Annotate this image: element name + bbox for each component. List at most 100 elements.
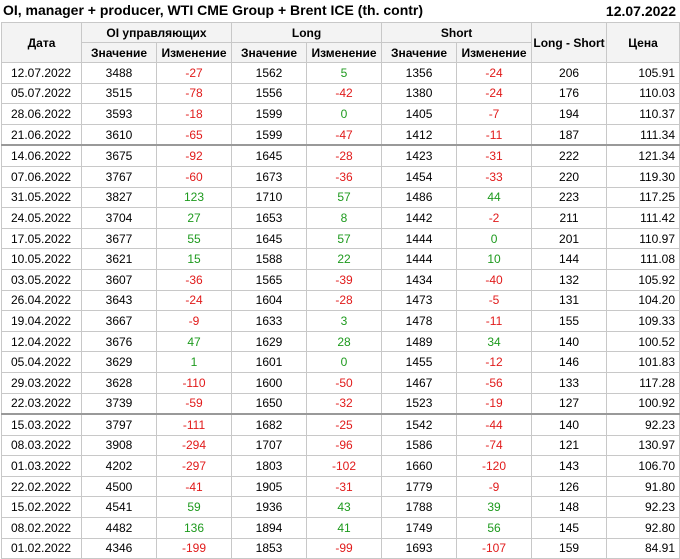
long-change-cell: -32 [306,392,383,415]
long-short-cell: 140 [531,413,608,436]
long-value-cell: 1673 [231,165,308,188]
short-change-cell: 0 [456,227,533,250]
oi-change-cell: -24 [155,289,233,312]
oi-value-cell: 3610 [81,123,157,146]
oi-value-cell: 4346 [81,537,157,559]
oi-change-cell: -111 [155,413,233,436]
table-row: 19.04.2022 3667 -9 1633 3 1478 -11 155 109.33 [1,310,680,332]
long-short-cell: 131 [531,289,608,312]
long-value-cell: 1710 [231,186,308,209]
short-change-cell: -120 [456,455,533,477]
table-row: 05.07.2022 3515 -78 1556 -42 1380 -24 176 110.03 [1,82,680,105]
long-short-cell: 127 [531,392,608,415]
long-short-cell: 146 [531,351,608,373]
long-change-cell: 28 [306,330,383,353]
short-change-cell: 44 [456,186,533,209]
short-value-cell: 1405 [381,103,458,125]
price-cell: 100.92 [606,392,680,415]
oi-change-cell: -59 [155,392,233,415]
oi-table: Дата OI управляющих Long Short Long - Sh… [1,22,680,559]
date-cell: 17.05.2022 [1,227,82,250]
long-short-cell: 140 [531,330,608,353]
long-value-cell: 1650 [231,392,308,415]
short-change-cell: 39 [456,496,533,519]
col-date-header: Дата [1,22,82,63]
long-change-cell: 43 [306,496,383,519]
oi-value-cell: 3515 [81,82,157,105]
date-cell: 05.07.2022 [1,82,82,105]
short-change-cell: -11 [456,123,533,146]
short-value-cell: 1444 [381,227,458,250]
date-cell: 15.03.2022 [1,413,82,436]
oi-value-cell: 4541 [81,496,157,519]
long-value-cell: 1629 [231,330,308,353]
table-row: 15.03.2022 3797 -111 1682 -25 1542 -44 140 92.23 [1,413,680,436]
oi-change-cell: 15 [155,248,233,270]
date-cell: 03.05.2022 [1,268,82,291]
col-price-header: Цена [606,22,680,63]
oi-value-cell: 4482 [81,517,157,539]
oi-value-cell: 3676 [81,330,157,353]
col-short-group-header: Short [381,22,533,43]
long-short-cell: 176 [531,82,608,105]
long-change-cell: -102 [306,455,383,477]
long-value-cell: 1599 [231,123,308,146]
price-cell: 110.37 [606,103,680,125]
short-value-cell: 1473 [381,289,458,312]
oi-change-cell: -297 [155,455,233,477]
short-value-cell: 1423 [381,144,458,167]
table-row: 07.06.2022 3767 -60 1673 -36 1454 -33 220 119.30 [1,165,680,188]
table-row: 01.03.2022 4202 -297 1803 -102 1660 -120 143 106… [1,455,680,477]
short-value-cell: 1660 [381,455,458,477]
oi-change-cell: -110 [155,371,233,394]
table-row: 15.02.2022 4541 59 1936 43 1788 39 148 92.23 [1,496,680,519]
short-value-cell: 1749 [381,517,458,539]
long-value-cell: 1936 [231,496,308,519]
date-cell: 29.03.2022 [1,371,82,394]
table-row: 31.05.2022 3827 123 1710 57 1486 44 223 117.25 [1,186,680,209]
oi-value-cell: 3827 [81,186,157,209]
report-date: 12.07.2022 [605,3,676,19]
short-value-cell: 1542 [381,413,458,436]
date-cell: 22.03.2022 [1,392,82,415]
table-row: 12.04.2022 3676 47 1629 28 1489 34 140 100.52 [1,330,680,353]
short-value-cell: 1356 [381,62,458,84]
oi-value-cell: 3739 [81,392,157,415]
short-value-cell: 1454 [381,165,458,188]
long-change-cell: -31 [306,475,383,498]
price-cell: 92.80 [606,517,680,539]
short-value-cell: 1412 [381,123,458,146]
price-cell: 91.80 [606,475,680,498]
table-row: 12.07.2022 3488 -27 1562 5 1356 -24 206 105.91 [1,62,680,84]
date-cell: 21.06.2022 [1,123,82,146]
table-row: 08.03.2022 3908 -294 1707 -96 1586 -74 121 130.9… [1,434,680,457]
price-cell: 92.23 [606,496,680,519]
table-row: 24.05.2022 3704 27 1653 8 1442 -2 211 111.42 [1,207,680,229]
long-short-cell: 155 [531,310,608,332]
oi-change-cell: 47 [155,330,233,353]
oi-value-cell: 3908 [81,434,157,457]
price-cell: 100.52 [606,330,680,353]
oi-value-cell: 4500 [81,475,157,498]
date-cell: 19.04.2022 [1,310,82,332]
col-short-value-header: Значение [381,42,458,63]
long-change-cell: -50 [306,371,383,394]
short-change-cell: -40 [456,268,533,291]
table-row: 29.03.2022 3628 -110 1600 -50 1467 -56 133 117.2… [1,371,680,394]
price-cell: 106.70 [606,455,680,477]
date-cell: 26.04.2022 [1,289,82,312]
price-cell: 111.34 [606,123,680,146]
col-short-change-header: Изменение [456,42,533,63]
report-header: OI, manager + producer, WTI CME Group + … [0,0,680,22]
date-cell: 14.06.2022 [1,144,82,167]
date-cell: 15.02.2022 [1,496,82,519]
long-short-cell: 133 [531,371,608,394]
long-change-cell: 57 [306,186,383,209]
oi-change-cell: -294 [155,434,233,457]
short-value-cell: 1486 [381,186,458,209]
long-value-cell: 1803 [231,455,308,477]
long-change-cell: -99 [306,537,383,559]
long-value-cell: 1565 [231,268,308,291]
oi-value-cell: 3797 [81,413,157,436]
oi-change-cell: 55 [155,227,233,250]
